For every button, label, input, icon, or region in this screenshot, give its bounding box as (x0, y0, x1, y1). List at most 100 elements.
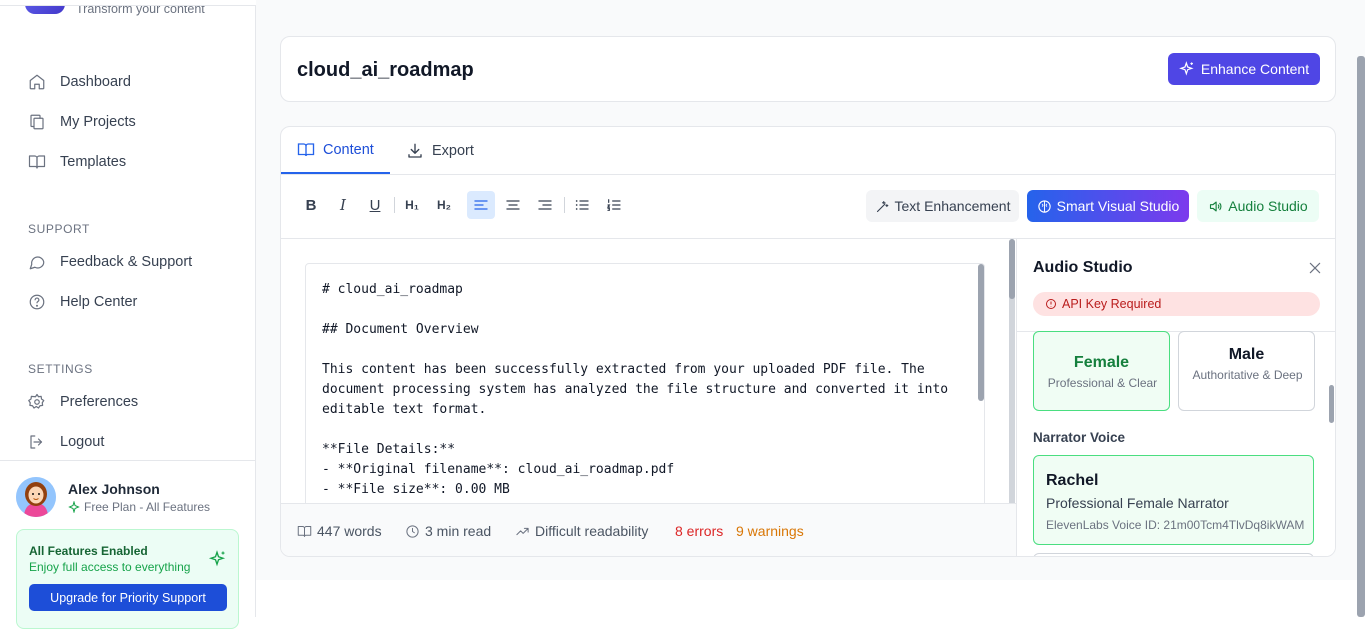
tab-content[interactable]: Content (281, 127, 390, 174)
close-icon[interactable] (1308, 261, 1322, 275)
editor-scrollbar[interactable] (978, 264, 984, 401)
tab-label: Content (323, 141, 374, 158)
trending-up-icon (516, 527, 529, 535)
smart-visual-studio-button[interactable]: Smart Visual Studio (1027, 190, 1189, 222)
content-line: editable text format. (322, 402, 487, 417)
align-left-button[interactable] (467, 191, 495, 219)
text-enhancement-button[interactable]: Text Enhancement (866, 190, 1019, 222)
user-plan-label: Free Plan - All Features (84, 500, 211, 514)
bullet-list-button[interactable] (568, 191, 596, 219)
content-line: This content has been successfully extra… (322, 362, 925, 377)
magic-wand-icon (876, 200, 888, 212)
underline-icon: U (369, 196, 381, 214)
book-icon (28, 155, 46, 169)
gender-desc: Professional & Clear (1047, 376, 1158, 390)
sidebar-item-label: Help Center (60, 294, 138, 310)
underline-button[interactable]: U (361, 191, 389, 219)
italic-icon: I (340, 196, 346, 214)
tab-bar: Content Export (281, 127, 1335, 175)
toolbar-separator (564, 197, 565, 213)
alert-circle-icon (1046, 299, 1056, 309)
gender-option-female[interactable]: Female Professional & Clear (1033, 331, 1170, 411)
sidebar-item-logout[interactable]: Logout (28, 429, 104, 455)
bold-icon: B (305, 196, 317, 214)
gender-option-male[interactable]: Male Authoritative & Deep (1178, 331, 1315, 411)
download-icon (408, 143, 422, 158)
content-editor[interactable]: # cloud_ai_roadmap ## Document Overview … (305, 263, 985, 543)
read-time: 3 min read (405, 523, 491, 539)
audio-panel-scrollbar[interactable] (1329, 385, 1334, 423)
audio-studio-button[interactable]: Audio Studio (1197, 190, 1319, 222)
promo-card: All Features Enabled Enjoy full access t… (16, 529, 239, 629)
numbered-list-button[interactable] (600, 191, 628, 219)
voice-option-next[interactable] (1033, 553, 1314, 556)
content-area: # cloud_ai_roadmap ## Document Overview … (281, 239, 1004, 543)
scrollbar-thumb[interactable] (1009, 239, 1015, 299)
align-center-button[interactable] (499, 191, 527, 219)
word-count-label: 447 words (317, 523, 382, 539)
voice-desc: Professional Female Narrator (1046, 495, 1229, 511)
sidebar-item-preferences[interactable]: Preferences (28, 389, 138, 415)
word-count: 447 words (297, 523, 382, 539)
book-open-icon (297, 142, 315, 156)
gender-desc: Authoritative & Deep (1192, 368, 1303, 382)
heading-2-button[interactable]: H₂ (430, 191, 458, 219)
error-count[interactable]: 8 errors (675, 523, 723, 539)
warning-count[interactable]: 9 warnings (736, 523, 804, 539)
api-key-label: API Key Required (1062, 297, 1162, 311)
heading-1-button[interactable]: H₁ (398, 191, 426, 219)
format-toolbar: B I U H₁ H₂ Text Enhancement Smart Visua… (281, 175, 1335, 239)
align-left-icon (474, 200, 488, 210)
text-enhancement-label: Text Enhancement (894, 198, 1011, 214)
help-circle-icon (29, 294, 45, 310)
toolbar-separator (394, 197, 395, 213)
sidebar-item-label: My Projects (60, 114, 136, 130)
bold-button[interactable]: B (297, 191, 325, 219)
title-card: cloud_ai_roadmap Enhance Content (280, 36, 1336, 102)
tab-export[interactable]: Export (390, 127, 490, 174)
message-icon (29, 256, 45, 270)
sidebar: Transform your content Dashboard My Proj… (0, 0, 256, 629)
brain-icon (1037, 199, 1051, 213)
heading-2-icon: H₂ (437, 198, 451, 212)
support-section-label: SUPPORT (28, 222, 90, 236)
sidebar-item-label: Logout (60, 434, 105, 450)
user-name: Alex Johnson (68, 481, 160, 497)
narrator-voice-label: Narrator Voice (1033, 430, 1126, 445)
upgrade-button[interactable]: Upgrade for Priority Support (29, 584, 227, 611)
align-right-button[interactable] (531, 191, 559, 219)
sidebar-item-dashboard[interactable]: Dashboard (28, 69, 131, 95)
content-scrollbar[interactable] (1009, 239, 1015, 509)
voice-name: Rachel (1046, 472, 1099, 489)
page-scrollbar[interactable] (1357, 56, 1365, 617)
bullet-list-icon (575, 200, 589, 210)
sidebar-item-feedback[interactable]: Feedback & Support (28, 249, 192, 275)
status-bar: 447 words 3 min read Difficult readabili… (281, 503, 1016, 556)
page-title: cloud_ai_roadmap (297, 59, 474, 81)
copy-icon (30, 114, 44, 130)
main-area: cloud_ai_roadmap Enhance Content Content… (256, 0, 1365, 580)
home-icon (29, 74, 45, 90)
voice-option-rachel[interactable]: Rachel Professional Female Narrator Elev… (1033, 455, 1314, 545)
audio-panel-title: Audio Studio (1033, 259, 1133, 276)
logout-icon (30, 435, 43, 449)
italic-button[interactable]: I (329, 191, 357, 219)
sidebar-item-templates[interactable]: Templates (28, 149, 126, 175)
align-center-icon (506, 200, 520, 210)
tab-label: Export (432, 142, 474, 159)
heading-1-icon: H₁ (405, 198, 419, 212)
content-line: **File Details:** (322, 442, 456, 457)
read-time-label: 3 min read (425, 523, 492, 539)
sparkles-icon (208, 550, 226, 567)
smart-visual-studio-label: Smart Visual Studio (1056, 198, 1180, 214)
content-line: - **Original filename**: cloud_ai_roadma… (322, 462, 675, 477)
gender-name: Female (1073, 354, 1130, 371)
user-avatar-image (16, 477, 56, 517)
sidebar-item-my-projects[interactable]: My Projects (28, 109, 136, 135)
book-icon (297, 525, 312, 537)
audio-studio-label: Audio Studio (1228, 198, 1308, 214)
sidebar-item-help-center[interactable]: Help Center (28, 289, 137, 315)
avatar[interactable] (16, 477, 56, 517)
divider (0, 460, 256, 461)
enhance-content-button[interactable]: Enhance Content (1168, 53, 1320, 85)
